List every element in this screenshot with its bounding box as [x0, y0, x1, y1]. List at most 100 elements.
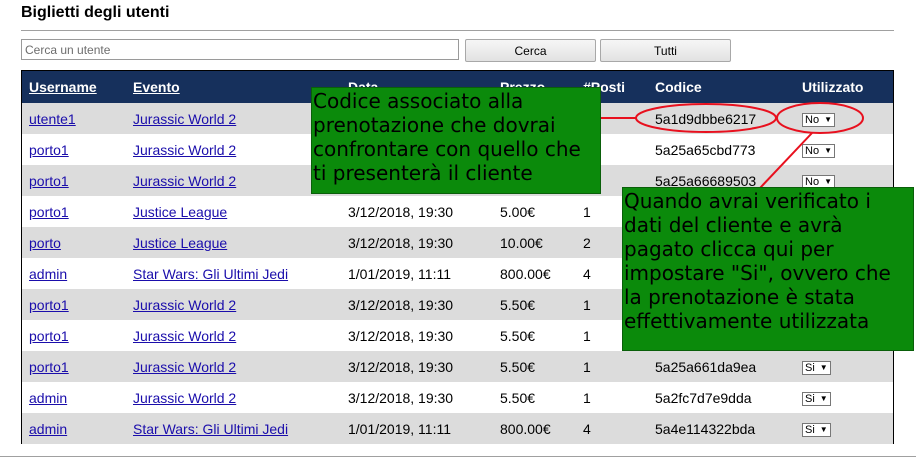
cell-price: 5.00€ [493, 196, 576, 227]
event-link[interactable]: Jurassic World 2 [133, 328, 236, 344]
cell-price: 10.00€ [493, 227, 576, 258]
cell-price: 5.50€ [493, 320, 576, 351]
event-link[interactable]: Star Wars: Gli Ultimi Jedi [133, 421, 288, 437]
cell-code: 5a4e114322bda [648, 413, 795, 444]
cell-used: Si ▼ [795, 413, 893, 444]
chevron-down-icon: ▼ [824, 176, 832, 186]
username-link[interactable]: porto1 [29, 328, 69, 344]
cell-date: 1/01/2019, 11:11 [341, 413, 493, 444]
cell-username: porto1 [22, 351, 126, 382]
cell-username: porto1 [22, 320, 126, 351]
code-annotation: Codice associato alla prenotazione che d… [311, 87, 601, 194]
used-select[interactable]: No ▼ [802, 143, 835, 158]
cell-username: utente1 [22, 103, 126, 134]
bottom-divider [0, 456, 916, 457]
event-link[interactable]: Jurassic World 2 [133, 111, 236, 127]
cell-code: 5a2fc7d7e9dda [648, 382, 795, 413]
cell-username: porto1 [22, 165, 126, 196]
username-link[interactable]: porto1 [29, 359, 69, 375]
cell-event: Justice League [126, 196, 341, 227]
cell-event: Jurassic World 2 [126, 382, 341, 413]
cell-date: 3/12/2018, 19:30 [341, 196, 493, 227]
event-link[interactable]: Justice League [133, 235, 227, 251]
cell-date: 1/01/2019, 11:11 [341, 258, 493, 289]
username-link[interactable]: porto [29, 235, 61, 251]
cell-price: 5.50€ [493, 382, 576, 413]
cell-username: porto1 [22, 134, 126, 165]
username-link[interactable]: porto1 [29, 297, 69, 313]
cell-username: porto1 [22, 196, 126, 227]
used-annotation: Quando avrai verificato i dati del clien… [622, 187, 914, 351]
cell-seats: 4 [576, 413, 648, 444]
used-select-value: No [805, 144, 820, 157]
cell-seats: 1 [576, 351, 648, 382]
chevron-down-icon: ▼ [819, 424, 828, 434]
cell-date: 3/12/2018, 19:30 [341, 289, 493, 320]
cell-used: Si ▼ [795, 351, 893, 382]
used-select[interactable]: Si ▼ [802, 360, 831, 375]
search-input[interactable] [21, 39, 459, 60]
search-button[interactable]: Cerca [465, 39, 596, 62]
cell-event: Justice League [126, 227, 341, 258]
table-row: admin Jurassic World 2 3/12/2018, 19:30 5.5… [22, 382, 893, 413]
used-select-value: No [805, 113, 820, 126]
cell-username: admin [22, 413, 126, 444]
column-header-event[interactable]: Evento [126, 71, 341, 103]
column-header-used: Utilizzato [795, 71, 893, 103]
event-link[interactable]: Star Wars: Gli Ultimi Jedi [133, 266, 288, 282]
cell-price: 5.50€ [493, 351, 576, 382]
cell-event: Jurassic World 2 [126, 320, 341, 351]
used-select-value: Si [805, 361, 815, 374]
column-header-code: Codice [648, 71, 795, 103]
chevron-down-icon: ▼ [824, 145, 832, 155]
cell-username: porto [22, 227, 126, 258]
column-header-username[interactable]: Username [22, 71, 126, 103]
event-link[interactable]: Jurassic World 2 [133, 390, 236, 406]
chevron-down-icon: ▼ [819, 362, 828, 372]
username-link[interactable]: admin [29, 421, 67, 437]
cell-event: Jurassic World 2 [126, 134, 341, 165]
username-link[interactable]: admin [29, 266, 67, 282]
cell-code: 5a1d9dbbe6217 [648, 103, 795, 134]
cell-used: Si ▼ [795, 382, 893, 413]
username-link[interactable]: porto1 [29, 173, 69, 189]
cell-date: 3/12/2018, 19:30 [341, 351, 493, 382]
username-link[interactable]: utente1 [29, 111, 76, 127]
cell-date: 3/12/2018, 19:30 [341, 320, 493, 351]
cell-price: 5.50€ [493, 289, 576, 320]
used-select-value: Si [805, 423, 815, 436]
used-select[interactable]: No ▼ [802, 112, 835, 127]
cell-event: Star Wars: Gli Ultimi Jedi [126, 413, 341, 444]
cell-event: Jurassic World 2 [126, 165, 341, 196]
username-link[interactable]: porto1 [29, 142, 69, 158]
cell-used: No ▼ [795, 134, 893, 165]
used-select[interactable]: Si ▼ [802, 391, 831, 406]
chevron-down-icon: ▼ [824, 114, 832, 124]
table-row: admin Star Wars: Gli Ultimi Jedi 1/01/2019… [22, 413, 893, 444]
cell-used: No ▼ [795, 103, 893, 134]
cell-event: Jurassic World 2 [126, 103, 341, 134]
event-link[interactable]: Jurassic World 2 [133, 297, 236, 313]
event-link[interactable]: Jurassic World 2 [133, 142, 236, 158]
username-link[interactable]: porto1 [29, 204, 69, 220]
cell-date: 3/12/2018, 19:30 [341, 382, 493, 413]
title-divider [21, 30, 894, 31]
cell-code: 5a25a65cbd773 [648, 134, 795, 165]
event-link[interactable]: Jurassic World 2 [133, 359, 236, 375]
used-select-value: No [805, 175, 820, 188]
cell-username: admin [22, 382, 126, 413]
event-link[interactable]: Jurassic World 2 [133, 173, 236, 189]
cell-event: Jurassic World 2 [126, 351, 341, 382]
username-link[interactable]: admin [29, 390, 67, 406]
cell-date: 3/12/2018, 19:30 [341, 227, 493, 258]
cell-seats: 1 [576, 382, 648, 413]
show-all-button[interactable]: Tutti [600, 39, 731, 62]
event-link[interactable]: Justice League [133, 204, 227, 220]
used-select[interactable]: Si ▼ [802, 422, 831, 437]
table-row: porto1 Jurassic World 2 3/12/2018, 19:30 5.… [22, 351, 893, 382]
cell-event: Jurassic World 2 [126, 289, 341, 320]
cell-price: 800.00€ [493, 258, 576, 289]
cell-username: porto1 [22, 289, 126, 320]
used-select-value: Si [805, 392, 815, 405]
cell-event: Star Wars: Gli Ultimi Jedi [126, 258, 341, 289]
